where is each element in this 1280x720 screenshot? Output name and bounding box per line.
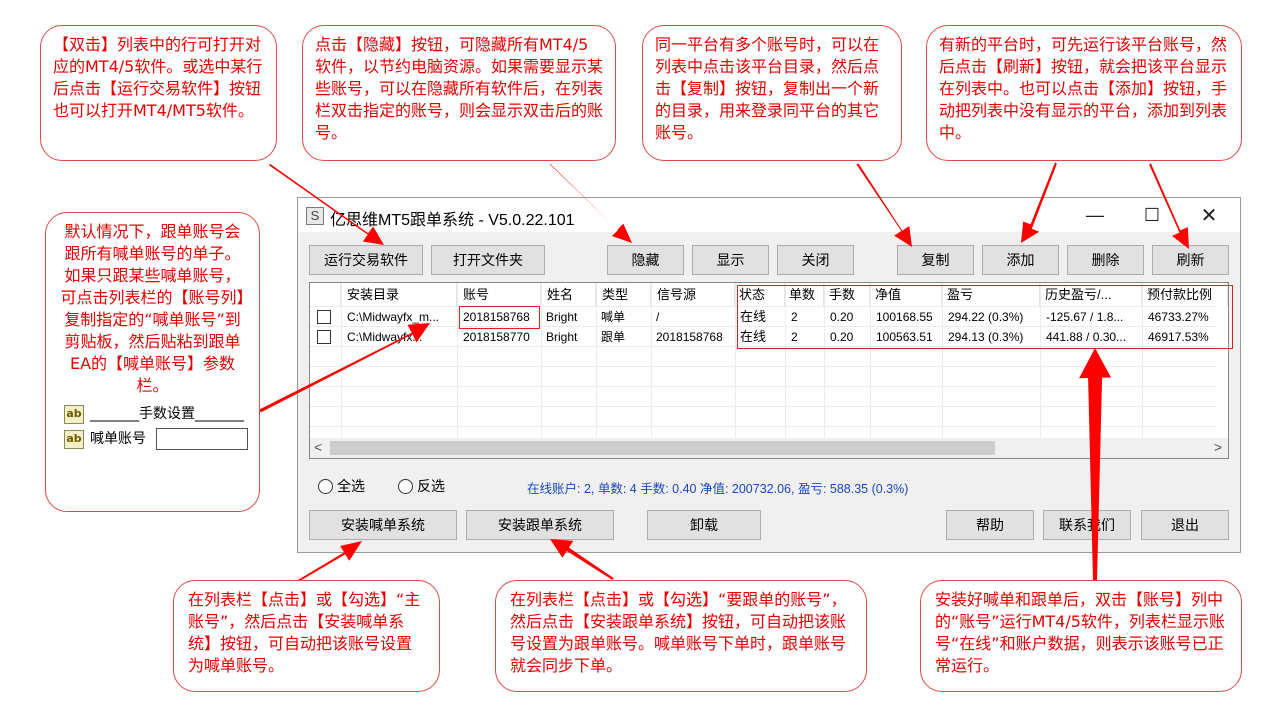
contact-button[interactable]: 联系我们 [1043,510,1131,540]
header-checkbox-col [310,283,341,306]
status-summary: 在线账户: 2, 单数: 4 手数: 0.40 净值: 200732.06, 盈… [527,482,909,496]
scroll-right-icon[interactable]: > [1214,439,1222,455]
open-folder-button[interactable]: 打开文件夹 [431,245,545,275]
callout-master-account: 默认情况下，跟单账号会跟所有喊单账号的单子。如果只跟某些喊单账号，可点击列表栏的… [45,212,260,512]
grid-line [735,283,736,438]
radio-circle-icon[interactable] [318,478,333,494]
cell-signal: / [656,310,660,324]
col-header-account[interactable]: 账号 [457,283,541,306]
minimize-button[interactable]: — [1073,202,1117,228]
param-master-label: 喊单账号 [90,431,146,447]
horizontal-scrollbar[interactable]: < > [310,438,1228,458]
cell-account[interactable]: 2018158770 [460,327,540,347]
hide-button[interactable]: 隐藏 [607,245,684,275]
col-header-type[interactable]: 类型 [596,283,651,306]
param-title-row: ab _______手数设置_______ [64,403,249,425]
callout-copy: 同一平台有多个账号时，可以在列表中点击该平台目录，然后点击【复制】按钮，复制出一… [642,25,902,161]
install-follower-button[interactable]: 安装跟单系统 [466,510,614,540]
install-master-button[interactable]: 安装喊单系统 [309,510,457,540]
exit-button[interactable]: 退出 [1141,510,1229,540]
callout-hide: 点击【隐藏】按钮，可隐藏所有MT4/5软件，以节约电脑资源。如果需要显示某些账号… [302,25,616,161]
grid-line [457,283,458,438]
grid-line [341,283,342,438]
status-highlight-box [737,285,1233,349]
empty-row [310,387,1216,407]
callout-install-follower: 在列表栏【点击】或【勾选】“要跟单的账号”，然后点击【安装跟单系统】按钮，可自动… [495,580,867,692]
help-button[interactable]: 帮助 [946,510,1034,540]
select-all-radio[interactable]: 全选 [318,476,365,496]
text-param-icon: ab [64,429,84,449]
cell-name: Bright [546,310,578,324]
param-section-title: _______手数设置_______ [90,406,244,422]
callout-install-master: 在列表栏【点击】或【勾选】“主账号”，然后点击【安装喊单系统】按钮，可自动把该账… [173,580,440,692]
col-header-signal[interactable]: 信号源 [651,283,735,306]
grid-line [596,283,597,438]
copy-button[interactable]: 复制 [897,245,974,275]
callout-double-click: 【双击】列表中的行可打开对应的MT4/5软件。或选中某行后点击【运行交易软件】按… [40,25,277,161]
col-header-dir[interactable]: 安装目录 [341,283,457,306]
add-button[interactable]: 添加 [982,245,1059,275]
show-button[interactable]: 显示 [692,245,769,275]
run-terminal-button[interactable]: 运行交易软件 [309,245,423,275]
empty-row [310,407,1216,427]
app-icon: S [306,207,324,225]
cell-signal: 2018158768 [656,330,723,344]
delete-button[interactable]: 删除 [1067,245,1144,275]
row-checkbox[interactable] [317,330,331,344]
scroll-thumb[interactable] [330,441,995,455]
cell-dir: C:\Midwayfx... [347,330,423,344]
close-window-button[interactable]: ✕ [1187,202,1231,228]
scroll-left-icon[interactable]: < [314,439,322,455]
col-header-name[interactable]: 姓名 [541,283,596,306]
invert-selection-label: 反选 [417,478,445,494]
title-bar[interactable]: S 亿思维MT5跟单系统 - V5.0.22.101 — ☐ ✕ [298,198,1240,232]
uninstall-button[interactable]: 卸载 [647,510,761,540]
grid-line [541,283,542,438]
callout-online: 安装好喊单和跟单后，双击【账号】列中的“账号”运行MT4/5软件，列表栏显示账号… [920,580,1242,692]
cell-dir: C:\Midwayfx_m... [347,310,440,324]
close-terminal-button[interactable]: 关闭 [777,245,854,275]
param-master-row: ab 喊单账号 [64,428,249,450]
callout-master-account-text: 默认情况下，跟单账号会跟所有喊单账号的单子。如果只跟某些喊单账号，可点击列表栏的… [60,222,245,395]
account-highlight-box [459,306,540,329]
cell-type: 跟单 [601,330,626,344]
app-window: S 亿思维MT5跟单系统 - V5.0.22.101 — ☐ ✕ 运行交易软件 … [297,197,1241,553]
ea-params-panel: ab _______手数设置_______ ab 喊单账号 [64,403,249,450]
maximize-button[interactable]: ☐ [1130,202,1174,228]
cell-type: 喊单 [601,310,626,324]
callout-refresh-add: 有新的平台时，可先运行该平台账号，然后点击【刷新】按钮，就会把该平台显示在列表中… [926,25,1242,161]
text-param-icon: ab [64,404,84,424]
row-checkbox[interactable] [317,310,331,324]
invert-selection-radio[interactable]: 反选 [398,476,445,496]
empty-row [310,347,1216,367]
master-account-input[interactable] [156,428,248,450]
cell-name: Bright [546,330,578,344]
empty-row [310,367,1216,387]
radio-circle-icon[interactable] [398,478,413,494]
select-all-label: 全选 [337,478,365,494]
window-title: 亿思维MT5跟单系统 - V5.0.22.101 [330,212,575,229]
grid-line [651,283,652,438]
refresh-button[interactable]: 刷新 [1152,245,1229,275]
